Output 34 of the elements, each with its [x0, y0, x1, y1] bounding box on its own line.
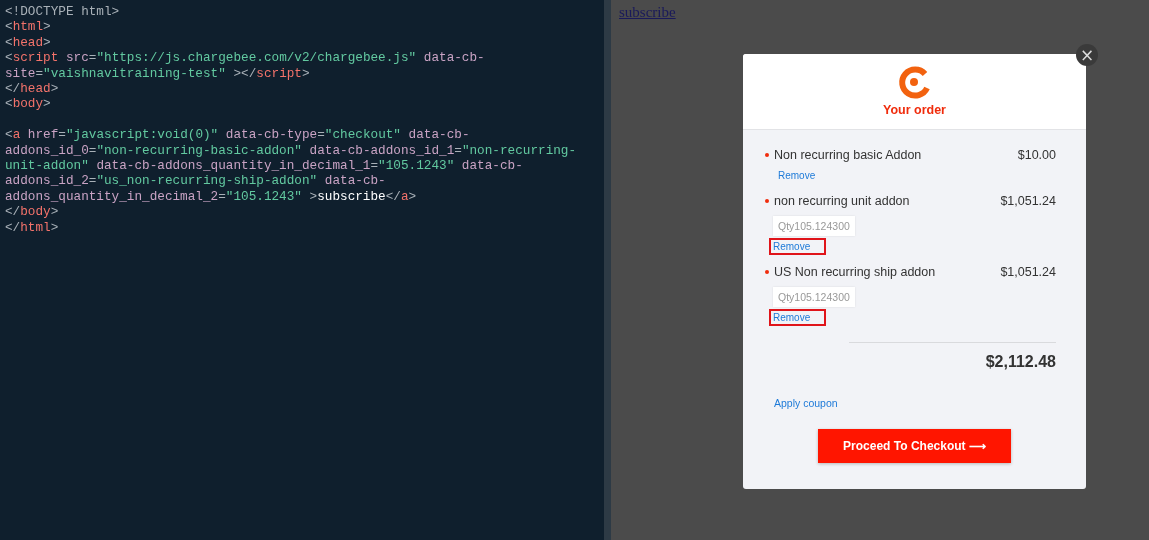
code-line: </body> — [5, 204, 60, 220]
bullet-icon — [765, 199, 769, 203]
quantity-field[interactable]: Qty105.124300 — [773, 216, 855, 236]
remove-link[interactable]: Remove — [774, 167, 820, 184]
code-line: <head> — [5, 34, 52, 51]
logo-icon — [897, 66, 932, 100]
modal-title: Your order — [883, 103, 946, 117]
code-line: <script src="https://js.chargebee.com/v2/chargebee.js" data-cb- — [5, 50, 486, 66]
code-line: addons_id_0="non-recurring-basic-addon" data-cb-addons_id_1="non-recurring- — [5, 142, 578, 159]
code-line: </html> — [5, 219, 60, 236]
item-name: US Non recurring ship addon — [774, 265, 937, 279]
code-line: <a href="javascript:void(0)" data-cb-type="checkout" data-cb- — [5, 127, 471, 143]
code-line: </head> — [5, 81, 60, 97]
code-line: site="vaishnavitraining-test" ></script> — [5, 65, 311, 82]
bullet-icon — [765, 270, 769, 274]
checkout-button[interactable]: Proceed To Checkout ⟶ — [818, 429, 1011, 463]
code-line: <html> — [5, 19, 52, 35]
item-name: Non recurring basic Addon — [774, 148, 923, 162]
total-amount: $2,112.48 — [984, 353, 1056, 371]
item-price: $1,051.24 — [1000, 194, 1056, 208]
remove-link[interactable]: Remove — [769, 309, 827, 326]
item-price: $1,051.24 — [1000, 265, 1056, 279]
bullet-icon — [765, 153, 769, 157]
close-button[interactable]: × — [1076, 44, 1098, 66]
quantity-field[interactable]: Qty105.124300 — [773, 287, 855, 307]
code-line: unit-addon" data-cb-addons_quantity_in_decimal_1="105.1243" data-cb- — [5, 158, 524, 174]
code-line: <!DOCTYPE html> — [5, 4, 121, 20]
code-line: addons_id_2="us_non-recurring-ship-addon" data-cb- — [5, 173, 387, 189]
code-line: <body> — [5, 96, 52, 112]
code-line: addons_quantity_in_decimal_2="105.1243" >subscribe</a> — [5, 188, 418, 205]
remove-link[interactable]: Remove — [769, 238, 827, 255]
item-name: non recurring unit addon — [774, 194, 911, 208]
apply-coupon-link[interactable]: Apply coupon — [774, 397, 838, 409]
item-price: $10.00 — [1017, 148, 1056, 162]
